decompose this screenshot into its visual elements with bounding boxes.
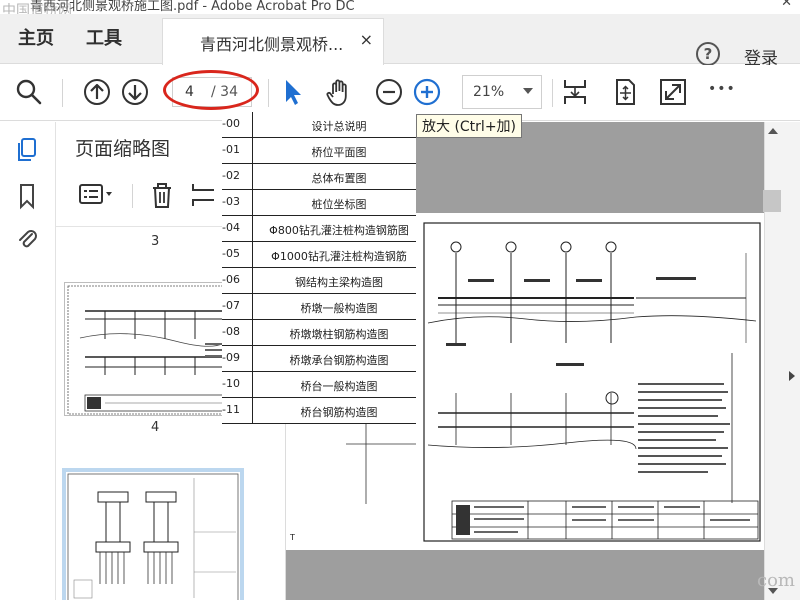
table-row: -08 桥墩墩柱钢筋构造图 xyxy=(222,320,416,346)
table-row: -10 桥台一般构造图 xyxy=(222,372,416,398)
drawing-code: -05 xyxy=(222,247,240,260)
thumbnail-drawing xyxy=(67,473,239,600)
scrollbar-thumb[interactable] xyxy=(763,190,781,212)
chevron-down-icon xyxy=(523,88,533,94)
search-icon[interactable] xyxy=(14,77,44,107)
drawing-code: -06 xyxy=(222,273,240,286)
watermark-suffix: com xyxy=(757,570,795,591)
window-title-bar: 青西河北侧景观桥施工图.pdf - Adobe Acrobat Pro DC ✕ xyxy=(0,0,800,14)
page-thumbnail-4[interactable] xyxy=(64,282,240,416)
paperclip-icon[interactable] xyxy=(14,224,40,252)
document-tab[interactable]: 青西河北侧景观桥... × xyxy=(162,18,384,65)
thumbnail-label-4: 4 xyxy=(151,420,160,435)
drawing-name: 总体布置图 xyxy=(311,172,367,185)
arrow-up-circle-icon[interactable] xyxy=(82,77,112,107)
drawing-name: Φ800钻孔灌注桩构造钢筋图 xyxy=(269,224,409,237)
toolbar-divider xyxy=(268,79,269,107)
left-navigation-rail xyxy=(0,122,56,600)
zoom-level-select[interactable]: 21% xyxy=(462,75,542,109)
page-thumbnails-icon[interactable] xyxy=(14,136,40,164)
table-row: -01 桥位平面图 xyxy=(222,138,416,164)
table-row: -07 桥墩一般构造图 xyxy=(222,294,416,320)
drawing-sheet xyxy=(416,213,764,550)
table-row: -05 Φ1000钻孔灌注桩构造钢筋 xyxy=(222,242,416,268)
drawing-name: 设计总说明 xyxy=(311,120,367,133)
drawing-code: -04 xyxy=(222,221,240,234)
drawing-code: -11 xyxy=(222,403,240,416)
hand-icon[interactable] xyxy=(324,77,354,107)
arrow-down-circle-icon[interactable] xyxy=(120,77,150,107)
tab-home[interactable]: 主页 xyxy=(18,14,54,64)
zoom-in-tooltip: 放大 (Ctrl+加) xyxy=(416,114,523,138)
thumbnail-drawing xyxy=(67,285,239,415)
table-row: -04 Φ800钻孔灌注桩构造钢筋图 xyxy=(222,216,416,242)
drawing-code: -10 xyxy=(222,377,240,390)
drawing-code: -03 xyxy=(222,195,240,208)
bridge-elevation-drawing xyxy=(423,222,761,542)
sheet-fragment-lines: T xyxy=(289,424,416,542)
drawing-sheet-fragment: T xyxy=(286,424,416,550)
drawing-code: -07 xyxy=(222,299,240,312)
bookmark-icon[interactable] xyxy=(14,182,40,210)
drawing-name: 桥台钢筋构造图 xyxy=(300,406,378,419)
drawing-code: -01 xyxy=(222,143,240,156)
zoom-level-value: 21% xyxy=(473,84,505,100)
window-close-icon[interactable]: ✕ xyxy=(781,0,792,10)
drawing-name: 钢结构主梁构造图 xyxy=(295,276,383,289)
drawing-name: 桥台一般构造图 xyxy=(300,380,378,393)
svg-text:T: T xyxy=(289,533,295,542)
help-icon[interactable]: ? xyxy=(696,42,720,66)
drawing-name: Φ1000钻孔灌注桩构造钢筋 xyxy=(271,250,407,263)
zoom-in-icon[interactable] xyxy=(412,77,442,107)
insert-page-icon[interactable] xyxy=(190,180,214,210)
drawing-name: 桥墩承台钢筋构造图 xyxy=(289,354,389,367)
trash-icon[interactable] xyxy=(148,180,176,210)
cursor-arrow-icon[interactable] xyxy=(278,77,308,107)
drawing-code: -02 xyxy=(222,169,240,182)
drawing-name: 桩位坐标图 xyxy=(311,198,367,211)
table-row: -06 钢结构主梁构造图 xyxy=(222,268,416,294)
drawing-code: -09 xyxy=(222,351,240,364)
annotation-ring xyxy=(163,70,259,110)
panel-divider xyxy=(132,184,133,208)
scroll-mode-icon[interactable] xyxy=(610,77,640,107)
panel-expand-icon[interactable] xyxy=(786,368,798,384)
drawing-code: -08 xyxy=(222,325,240,338)
toolbar-divider xyxy=(62,79,63,107)
page-thumbnail-5[interactable] xyxy=(62,468,244,600)
drawing-code: -00 xyxy=(222,117,240,130)
more-options-icon[interactable]: ••• xyxy=(708,81,736,97)
zoom-out-icon[interactable] xyxy=(374,77,404,107)
panel-title: 页面缩略图 xyxy=(75,138,171,160)
table-row: -03 桩位坐标图 xyxy=(222,190,416,216)
drawing-index-table: -00 设计总说明 -01 桥位平面图 -02 总体布置图 -03 桩位坐标图 -04 Φ800钻… xyxy=(222,112,416,424)
window-title: 青西河北侧景观桥施工图.pdf - Adobe Acrobat Pro DC xyxy=(30,0,355,14)
full-screen-icon[interactable] xyxy=(658,77,688,107)
table-row: -09 桥墩承台钢筋构造图 xyxy=(222,346,416,372)
table-row: -02 总体布置图 xyxy=(222,164,416,190)
scroll-up-icon[interactable] xyxy=(764,124,782,138)
drawing-name: 桥墩墩柱钢筋构造图 xyxy=(289,328,389,341)
fit-page-icon[interactable] xyxy=(560,77,590,107)
tab-tools[interactable]: 工具 xyxy=(86,14,122,64)
toolbar-divider xyxy=(552,79,553,107)
drawing-name: 桥位平面图 xyxy=(311,146,367,159)
document-tab-close-icon[interactable]: × xyxy=(360,30,373,49)
document-tab-label: 青西河北侧景观桥... xyxy=(200,35,344,54)
drawing-name: 桥墩一般构造图 xyxy=(300,302,378,315)
tab-bar: 主页 工具 青西河北侧景观桥... × ? 登录 xyxy=(0,14,800,69)
table-row: -00 设计总说明 xyxy=(222,112,416,138)
table-row: -11 桥台钢筋构造图 xyxy=(222,398,416,424)
thumbnail-label-3: 3 xyxy=(151,234,160,249)
thumbnail-options-icon[interactable] xyxy=(78,180,116,210)
